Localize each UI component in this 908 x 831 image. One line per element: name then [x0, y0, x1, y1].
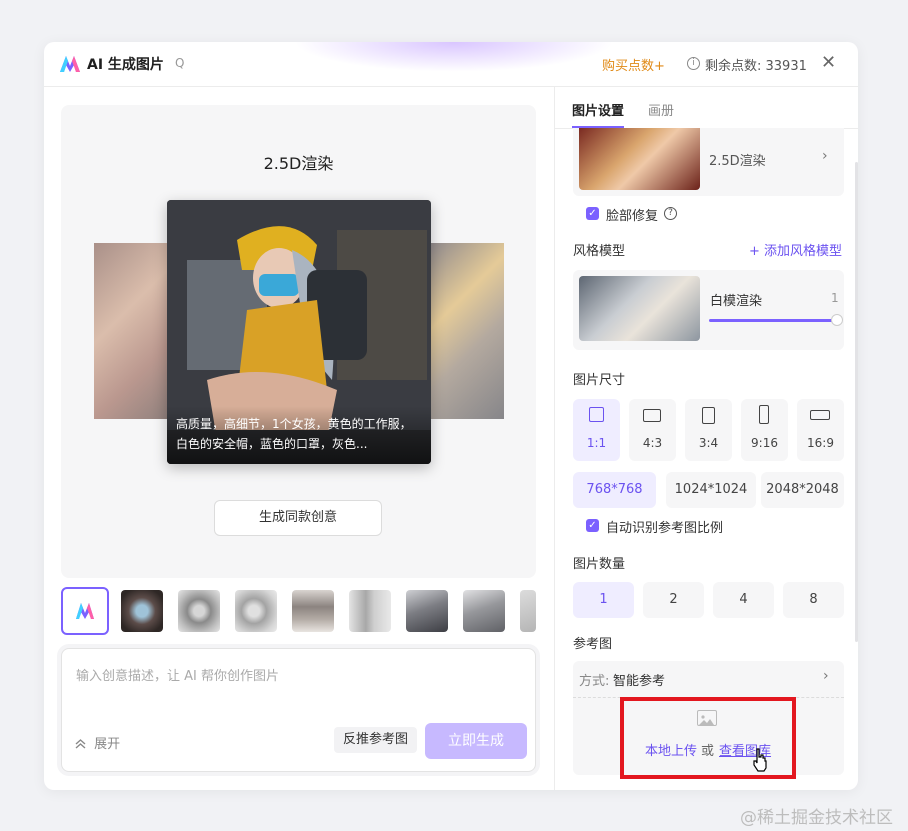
resolution-768[interactable]: 768*768 [573, 472, 656, 508]
reference-mode-label: 方式: [579, 674, 610, 689]
ratio-label: 1:1 [586, 436, 607, 450]
quantity-option-2[interactable]: 2 [643, 582, 704, 618]
settings-panel: 图片设置 画册 2.5D渲染 › ✓ 脸部修复 ? 风格模型 + 添加风格模型 … [44, 42, 858, 790]
quantity-section-title: 图片数量 [573, 557, 626, 572]
resolution-1024[interactable]: 1024*1024 [666, 472, 756, 508]
ratio-label: 4:3 [642, 436, 663, 450]
auto-ratio-checkbox[interactable]: ✓ [586, 519, 599, 532]
style-model-section-title: 风格模型 [573, 244, 626, 259]
tall-ratio-icon [759, 405, 769, 424]
style-name: 2.5D渲染 [709, 154, 766, 169]
annotation-highlight-box [620, 697, 796, 779]
portrait-ratio-icon [702, 407, 715, 424]
help-icon[interactable]: ? [664, 207, 677, 220]
add-style-model-link[interactable]: + 添加风格模型 [749, 240, 842, 259]
style-selector[interactable]: 2.5D渲染 › [573, 128, 844, 196]
ratio-option-4-3[interactable]: 4:3 [629, 399, 676, 461]
ratio-option-16-9[interactable]: 16:9 [797, 399, 844, 461]
reference-mode-value: 智能参考 [613, 674, 666, 689]
reference-section-title: 参考图 [573, 637, 613, 652]
tab-album[interactable]: 画册 [648, 100, 674, 119]
ratio-option-9-16[interactable]: 9:16 [741, 399, 788, 461]
auto-ratio-label: 自动识别参考图比例 [606, 521, 724, 536]
landscape-ratio-icon [643, 409, 661, 422]
chevron-right-icon: › [822, 148, 828, 164]
settings-scrollbar[interactable] [855, 162, 858, 642]
wide-ratio-icon [810, 410, 830, 420]
watermark: @稀土掘金技术社区 [740, 808, 893, 828]
style-preview-image [579, 128, 700, 190]
face-fix-label: 脸部修复 [606, 209, 659, 224]
ratio-label: 9:16 [751, 436, 778, 450]
style-model-card[interactable]: 白模渲染 1 [573, 270, 844, 350]
style-model-image [579, 276, 700, 341]
quantity-option-1[interactable]: 1 [573, 582, 634, 618]
ratio-label: 16:9 [807, 436, 834, 450]
face-fix-checkbox[interactable]: ✓ [586, 207, 599, 220]
ratio-label: 3:4 [698, 436, 719, 450]
mouse-cursor-icon [753, 748, 767, 772]
style-model-name: 白模渲染 [710, 294, 763, 309]
tab-image-settings[interactable]: 图片设置 [572, 100, 624, 119]
style-model-weight: 1 [831, 291, 839, 305]
chevron-right-icon: › [823, 668, 829, 684]
quantity-option-4[interactable]: 4 [713, 582, 774, 618]
quantity-option-8[interactable]: 8 [783, 582, 844, 618]
resolution-2048[interactable]: 2048*2048 [761, 472, 844, 508]
ratio-option-3-4[interactable]: 3:4 [685, 399, 732, 461]
style-model-weight-slider[interactable] [709, 319, 837, 322]
image-size-section-title: 图片尺寸 [573, 373, 626, 388]
square-ratio-icon [589, 407, 604, 422]
slider-handle[interactable] [831, 314, 843, 326]
ratio-option-1-1[interactable]: 1:1 [573, 399, 620, 461]
